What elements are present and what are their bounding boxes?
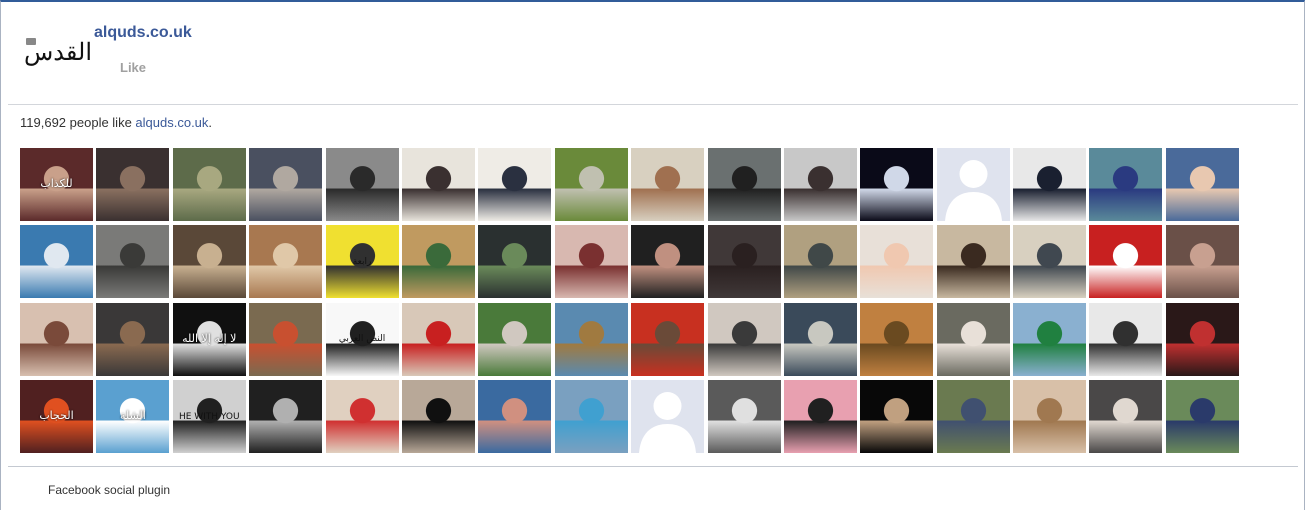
fan-avatar[interactable]: رابعة [325,225,399,299]
fan-avatar[interactable] [249,302,323,376]
fan-avatar[interactable] [401,225,475,299]
fan-avatar[interactable] [631,148,705,221]
avatar-caption: HE WITH YOU [178,411,240,422]
social-plugin-label: Facebook social plugin [48,483,171,497]
default-avatar-icon [944,160,1002,221]
fan-avatar[interactable] [936,380,1010,454]
fan-avatar[interactable] [172,225,246,299]
fan-avatar[interactable] [860,302,934,376]
fan-avatar[interactable] [1089,302,1163,376]
fan-avatar[interactable] [707,225,781,299]
fan-avatar[interactable] [1013,302,1087,376]
plugin-footer: Facebook social plugin [8,466,1298,497]
like-count: 119,692 [20,115,67,130]
fan-avatar[interactable] [1165,380,1239,454]
fan-avatar[interactable] [1013,148,1087,221]
fan-avatar[interactable] [707,302,781,376]
fan-avatar[interactable] [783,302,857,376]
like-count-end: . [208,115,213,130]
fan-avatar[interactable] [631,380,705,454]
fan-avatar[interactable] [1165,302,1239,376]
fan-faces-grid: للكذاب رابعة لا إله إلا الله النص العربي الح… [20,148,1239,454]
avatar-caption: رابعة [352,256,372,267]
fan-avatar[interactable]: للكذاب [20,148,93,221]
like-button[interactable]: Like [120,60,146,75]
fan-avatar[interactable] [936,148,1010,221]
fan-avatar[interactable] [783,225,857,299]
fan-avatar[interactable] [936,302,1010,376]
fan-avatar[interactable] [1165,225,1239,299]
fan-avatar[interactable]: HE WITH YOU [172,380,246,454]
fan-avatar[interactable] [860,380,934,454]
fan-avatar[interactable] [707,380,781,454]
fan-avatar[interactable]: الحجاب [20,380,93,454]
alquds-logo[interactable]: القدس [16,24,96,74]
fan-avatar[interactable] [96,148,170,221]
fan-avatar[interactable] [478,148,552,221]
fan-avatar[interactable] [1013,380,1087,454]
avatar-caption: لا إله إلا الله [182,331,237,345]
fan-avatar[interactable] [631,302,705,376]
fan-avatar[interactable] [554,225,628,299]
fan-avatar[interactable] [20,225,93,299]
fan-avatar[interactable] [478,302,552,376]
fan-avatar[interactable] [860,225,934,299]
fan-avatar[interactable] [1013,225,1087,299]
avatar-caption: النص العربي [338,334,386,345]
fan-avatar[interactable] [249,380,323,454]
fan-avatar[interactable] [478,380,552,454]
fan-avatar[interactable] [249,148,323,221]
fan-avatar[interactable] [96,302,170,376]
fan-avatar[interactable] [20,302,93,376]
plugin-header: القدس alquds.co.uk Like [8,14,1298,105]
fan-avatar[interactable] [783,148,857,221]
default-avatar-icon [639,392,697,454]
like-count-line: 119,692 people like alquds.co.uk. [20,115,212,130]
fan-avatar[interactable] [1089,225,1163,299]
fan-avatar[interactable] [554,148,628,221]
fan-avatar[interactable] [783,380,857,454]
avatar-caption: للكذاب [40,177,73,191]
fan-avatar[interactable] [478,225,552,299]
avatar-caption: الشلة [120,409,146,423]
like-count-text: people like [66,115,136,130]
fan-avatar[interactable] [1089,380,1163,454]
fan-avatar[interactable] [172,148,246,221]
fan-avatar[interactable] [707,148,781,221]
fan-avatar[interactable] [1089,148,1163,221]
fan-avatar[interactable]: لا إله إلا الله [172,302,246,376]
fan-avatar[interactable] [325,380,399,454]
fan-avatar[interactable] [96,225,170,299]
fan-avatar[interactable] [554,380,628,454]
fan-avatar[interactable] [554,302,628,376]
fan-avatar[interactable] [860,148,934,221]
fan-avatar[interactable] [325,148,399,221]
fan-avatar[interactable] [401,148,475,221]
fan-avatar[interactable] [936,225,1010,299]
fan-avatar[interactable]: الشلة [96,380,170,454]
fan-avatar[interactable] [401,380,475,454]
page-link[interactable]: alquds.co.uk [135,115,208,130]
fan-avatar[interactable] [401,302,475,376]
fan-avatar[interactable]: النص العربي [325,302,399,376]
fan-avatar[interactable] [1165,148,1239,221]
avatar-caption: الحجاب [39,409,74,423]
page-name-link[interactable]: alquds.co.uk [94,24,192,42]
fan-avatar[interactable] [249,225,323,299]
fan-avatar[interactable] [631,225,705,299]
